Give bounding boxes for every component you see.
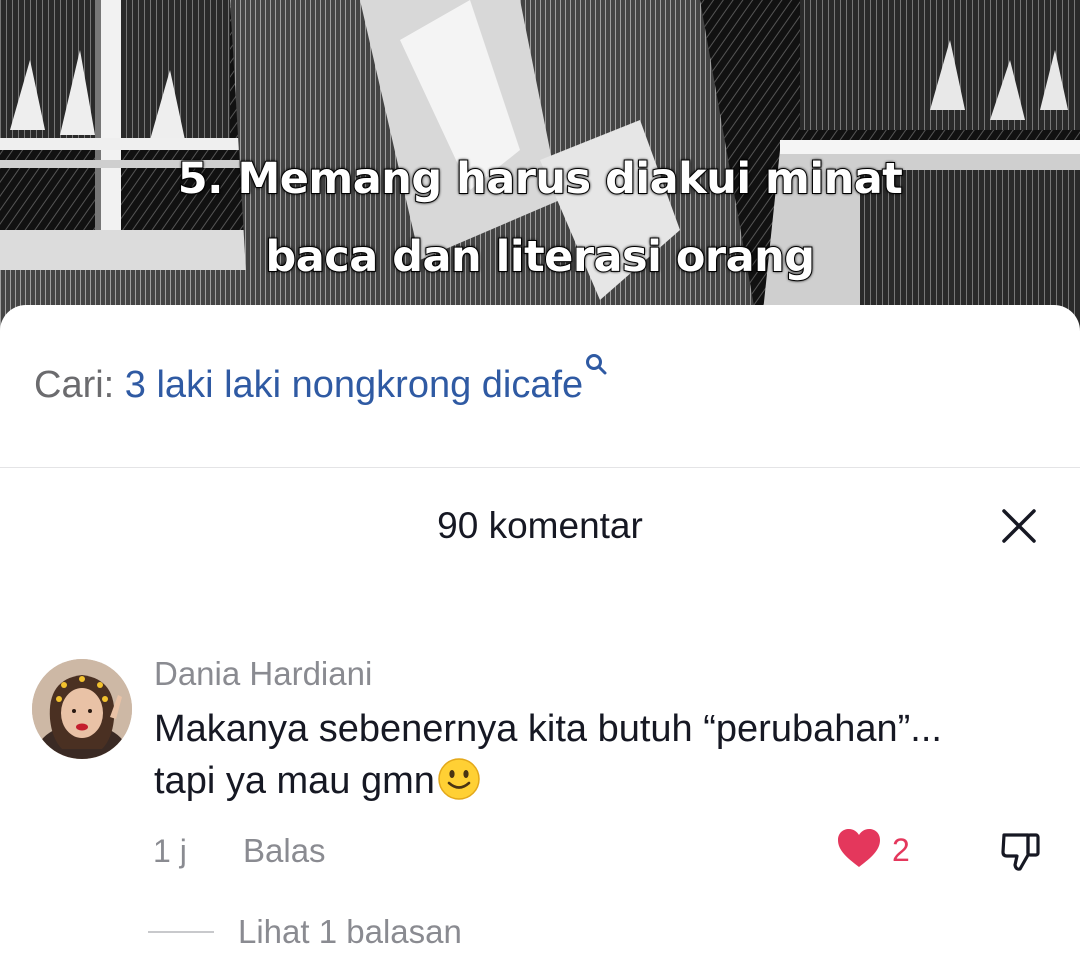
comment-timestamp: 1 j	[153, 833, 187, 869]
comment-author[interactable]: Dania Hardiani	[154, 653, 372, 695]
comments-sheet: Cari: 3 laki laki nongkrong dicafe 90 ko…	[0, 305, 1080, 967]
avatar[interactable]	[32, 659, 132, 759]
video-caption-line-2: baca dan literasi orang	[264, 231, 816, 283]
replies-divider-line	[148, 931, 214, 933]
comment-text: Makanya sebenernya kita butuh “perubahan…	[154, 703, 1054, 807]
dislike-icon[interactable]	[998, 827, 1044, 873]
comment-text-line-2-wrap: tapi ya mau gmn	[154, 755, 1054, 807]
video-caption: 5. Memang harus diakui minat baca dan li…	[0, 140, 1080, 296]
video-player[interactable]: 5. Memang harus diakui minat baca dan li…	[0, 0, 1080, 340]
view-replies-button[interactable]: Lihat 1 balasan	[148, 911, 462, 953]
comment-text-line-2: tapi ya mau gmn	[154, 760, 435, 802]
tiktok-comments-screen: 5. Memang harus diakui minat baca dan li…	[0, 0, 1080, 967]
search-prefix: Cari:	[34, 364, 115, 406]
like-button[interactable]: 2	[836, 825, 910, 875]
comments-count-title: 90 komentar	[437, 505, 643, 546]
search-query-link[interactable]: 3 laki laki nongkrong dicafe	[125, 364, 583, 406]
video-caption-line-1: 5. Memang harus diakui minat	[177, 153, 904, 205]
heart-icon	[836, 827, 882, 874]
like-count: 2	[892, 832, 910, 868]
reply-button[interactable]: Balas	[243, 830, 326, 872]
search-suggestion[interactable]: Cari: 3 laki laki nongkrong dicafe	[34, 354, 607, 409]
divider	[0, 467, 1080, 468]
view-replies-label: Lihat 1 balasan	[238, 913, 462, 950]
close-icon[interactable]	[996, 503, 1042, 549]
smiley-emoji-icon	[437, 757, 481, 801]
comment-text-line-1: Makanya sebenernya kita butuh “perubahan…	[154, 708, 942, 750]
search-icon[interactable]	[585, 339, 607, 375]
